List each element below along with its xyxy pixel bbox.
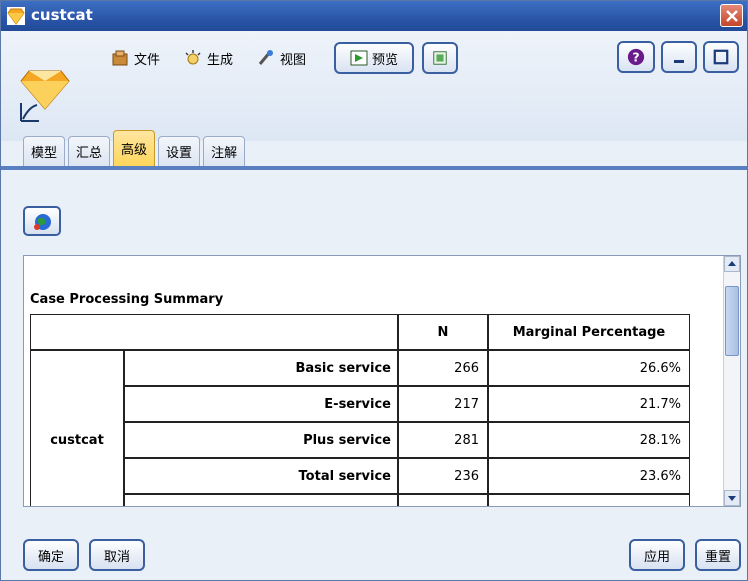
globe-icon bbox=[34, 214, 51, 230]
minimize-icon bbox=[674, 60, 684, 63]
diamond-icon bbox=[7, 7, 25, 25]
percentage-value bbox=[488, 494, 690, 506]
vertical-scrollbar[interactable] bbox=[723, 256, 740, 506]
close-button[interactable] bbox=[720, 4, 743, 27]
table-title: Case Processing Summary bbox=[30, 292, 224, 307]
n-value: 217 bbox=[398, 386, 488, 422]
export-icon bbox=[433, 51, 447, 65]
table-row: Plus service 281 28.1% bbox=[30, 422, 690, 458]
ok-button[interactable]: 确定 bbox=[23, 539, 79, 571]
tab-summary[interactable]: 汇总 bbox=[68, 136, 111, 166]
preview-icon bbox=[350, 50, 368, 66]
generate-menu-label: 生成 bbox=[207, 52, 234, 68]
scroll-thumb[interactable] bbox=[725, 286, 739, 356]
launch-browser-button[interactable] bbox=[23, 206, 61, 236]
view-menu-label: 视图 bbox=[280, 52, 307, 68]
tab-model[interactable]: 模型 bbox=[23, 136, 66, 166]
view-icon bbox=[258, 50, 274, 65]
preview-button[interactable]: 预览 bbox=[334, 42, 415, 74]
chevron-up-icon bbox=[728, 261, 736, 266]
table-header-row: N Marginal Percentage bbox=[30, 314, 690, 350]
content-toolbar bbox=[1, 170, 747, 244]
table-row: custcat Basic service 266 26.6% bbox=[30, 350, 690, 506]
tab-annotation[interactable]: 注解 bbox=[203, 136, 246, 166]
window-title: custcat bbox=[31, 6, 93, 24]
model-nugget-icon bbox=[20, 70, 70, 122]
file-menu[interactable]: 文件 bbox=[101, 45, 170, 71]
table-row bbox=[30, 494, 690, 506]
output-pane[interactable]: Case Processing Summary N Marginal Perce… bbox=[23, 255, 741, 507]
menu-bar: 文件 生成 视图 预览 bbox=[101, 41, 459, 75]
header-area: 文件 生成 视图 预览 ? bbox=[1, 31, 747, 141]
n-value: 266 bbox=[398, 350, 488, 386]
view-menu[interactable]: 视图 bbox=[247, 45, 316, 71]
category-label: Basic service bbox=[124, 350, 398, 386]
window-controls: ? bbox=[617, 41, 739, 73]
generate-menu[interactable]: 生成 bbox=[174, 45, 243, 71]
maximize-icon bbox=[713, 49, 729, 65]
help-icon: ? bbox=[627, 48, 645, 66]
cancel-button[interactable]: 取消 bbox=[89, 539, 145, 571]
case-processing-table: N Marginal Percentage custcat Basic serv… bbox=[30, 314, 690, 506]
model-window: custcat 文件 生成 视图 预览 ? 模型 汇总 高级 设置 注解 Cas… bbox=[0, 0, 748, 581]
preview-label: 预览 bbox=[372, 52, 399, 68]
svg-text:?: ? bbox=[632, 50, 639, 65]
file-menu-label: 文件 bbox=[134, 52, 161, 68]
column-header-n: N bbox=[398, 314, 488, 350]
n-value: 236 bbox=[398, 458, 488, 494]
table-row: Total service 236 23.6% bbox=[30, 458, 690, 494]
minimize-button[interactable] bbox=[661, 41, 697, 73]
row-group-label: custcat bbox=[30, 350, 124, 506]
tab-settings[interactable]: 设置 bbox=[158, 136, 201, 166]
apply-button[interactable]: 应用 bbox=[629, 539, 685, 571]
close-icon bbox=[726, 10, 738, 22]
scroll-up-arrow[interactable] bbox=[724, 256, 740, 272]
column-header-marginal-percentage: Marginal Percentage bbox=[488, 314, 690, 350]
percentage-value: 23.6% bbox=[488, 458, 690, 494]
help-button[interactable]: ? bbox=[617, 41, 655, 73]
generate-icon bbox=[185, 50, 201, 65]
chevron-down-icon bbox=[728, 496, 736, 501]
category-label: Total service bbox=[124, 458, 398, 494]
percentage-value: 21.7% bbox=[488, 386, 690, 422]
category-label: Plus service bbox=[124, 422, 398, 458]
tab-bar: 模型 汇总 高级 设置 注解 bbox=[23, 128, 246, 166]
export-button[interactable] bbox=[422, 42, 459, 74]
table-row: E-service 217 21.7% bbox=[30, 386, 690, 422]
n-value bbox=[398, 494, 488, 506]
empty-header-cell bbox=[30, 314, 398, 350]
scroll-down-arrow[interactable] bbox=[724, 490, 740, 506]
category-label: E-service bbox=[124, 386, 398, 422]
title-bar[interactable]: custcat bbox=[1, 1, 747, 31]
percentage-value: 28.1% bbox=[488, 422, 690, 458]
tab-advanced[interactable]: 高级 bbox=[113, 130, 156, 166]
n-value: 281 bbox=[398, 422, 488, 458]
footer-bar: 确定 取消 应用 重置 bbox=[1, 513, 747, 580]
category-label bbox=[124, 494, 398, 506]
file-icon bbox=[112, 50, 128, 66]
percentage-value: 26.6% bbox=[488, 350, 690, 386]
maximize-button[interactable] bbox=[703, 41, 739, 73]
reset-button[interactable]: 重置 bbox=[695, 539, 741, 571]
